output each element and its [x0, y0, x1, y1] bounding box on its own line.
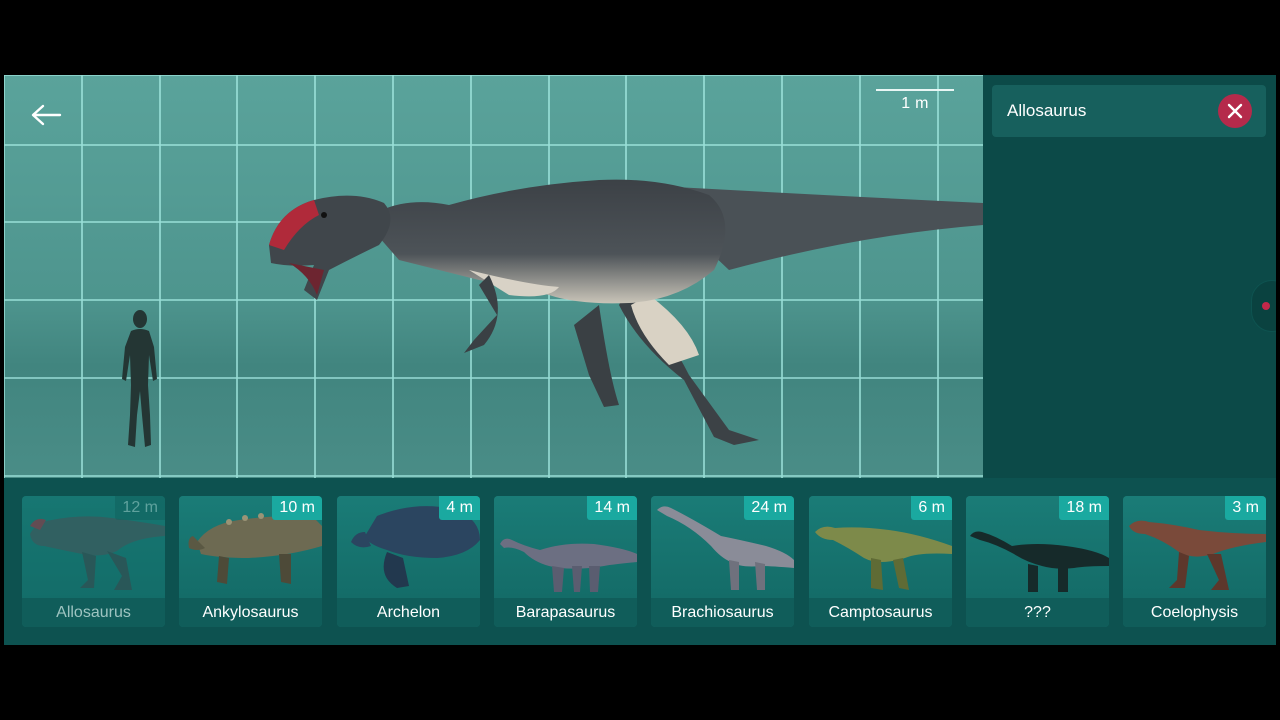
species-name-label: Barapasaurus — [494, 598, 637, 627]
species-name-label: Archelon — [337, 598, 480, 627]
species-card-coelophysis[interactable]: 3 m Coelophysis — [1123, 496, 1266, 627]
scale-label: 1 m — [901, 95, 929, 112]
species-card-unknown[interactable]: 18 m ??? — [966, 496, 1109, 627]
back-arrow-icon — [31, 104, 62, 126]
allosaurus-figure — [269, 179, 983, 445]
drawer-handle[interactable] — [1251, 280, 1276, 332]
side-panel: Allosaurus — [983, 75, 1276, 478]
clear-search-button[interactable] — [1218, 94, 1252, 128]
species-card-allosaurus[interactable]: 12 m Allosaurus — [22, 496, 165, 627]
species-size-badge: 4 m — [439, 496, 480, 520]
species-name-label: Allosaurus — [22, 598, 165, 627]
human-scale-silhouette — [122, 310, 157, 447]
scale-indicator: 1 m — [876, 89, 954, 119]
species-card-camptosaurus[interactable]: 6 m Camptosaurus — [809, 496, 952, 627]
scale-line — [876, 89, 954, 91]
app-window: 1 m Allosaurus 12 m Allosaurus 10 m Anky… — [4, 75, 1276, 645]
species-card-ankylosaurus[interactable]: 10 m Ankylosaurus — [179, 496, 322, 627]
size-comparison-viewer[interactable]: 1 m — [4, 75, 983, 478]
record-indicator-icon — [1262, 302, 1270, 310]
species-card-barapasaurus[interactable]: 14 m Barapasaurus — [494, 496, 637, 627]
species-carousel: 12 m Allosaurus 10 m Ankylosaurus 4 m Ar… — [4, 478, 1276, 645]
close-icon — [1227, 103, 1243, 119]
species-name-label: Ankylosaurus — [179, 598, 322, 627]
species-size-badge: 12 m — [115, 496, 165, 520]
species-name-label: Brachiosaurus — [651, 598, 794, 627]
species-name-label: ??? — [966, 598, 1109, 627]
species-name-label: Coelophysis — [1123, 598, 1266, 627]
species-size-badge: 10 m — [272, 496, 322, 520]
search-input-value[interactable]: Allosaurus — [1007, 85, 1086, 137]
species-card-archelon[interactable]: 4 m Archelon — [337, 496, 480, 627]
species-size-badge: 6 m — [911, 496, 952, 520]
search-field[interactable]: Allosaurus — [992, 85, 1266, 137]
species-size-badge: 3 m — [1225, 496, 1266, 520]
species-card-brachiosaurus[interactable]: 24 m Brachiosaurus — [651, 496, 794, 627]
species-size-badge: 18 m — [1059, 496, 1109, 520]
species-size-badge: 24 m — [744, 496, 794, 520]
back-button[interactable] — [26, 97, 66, 133]
species-name-label: Camptosaurus — [809, 598, 952, 627]
species-size-badge: 14 m — [587, 496, 637, 520]
